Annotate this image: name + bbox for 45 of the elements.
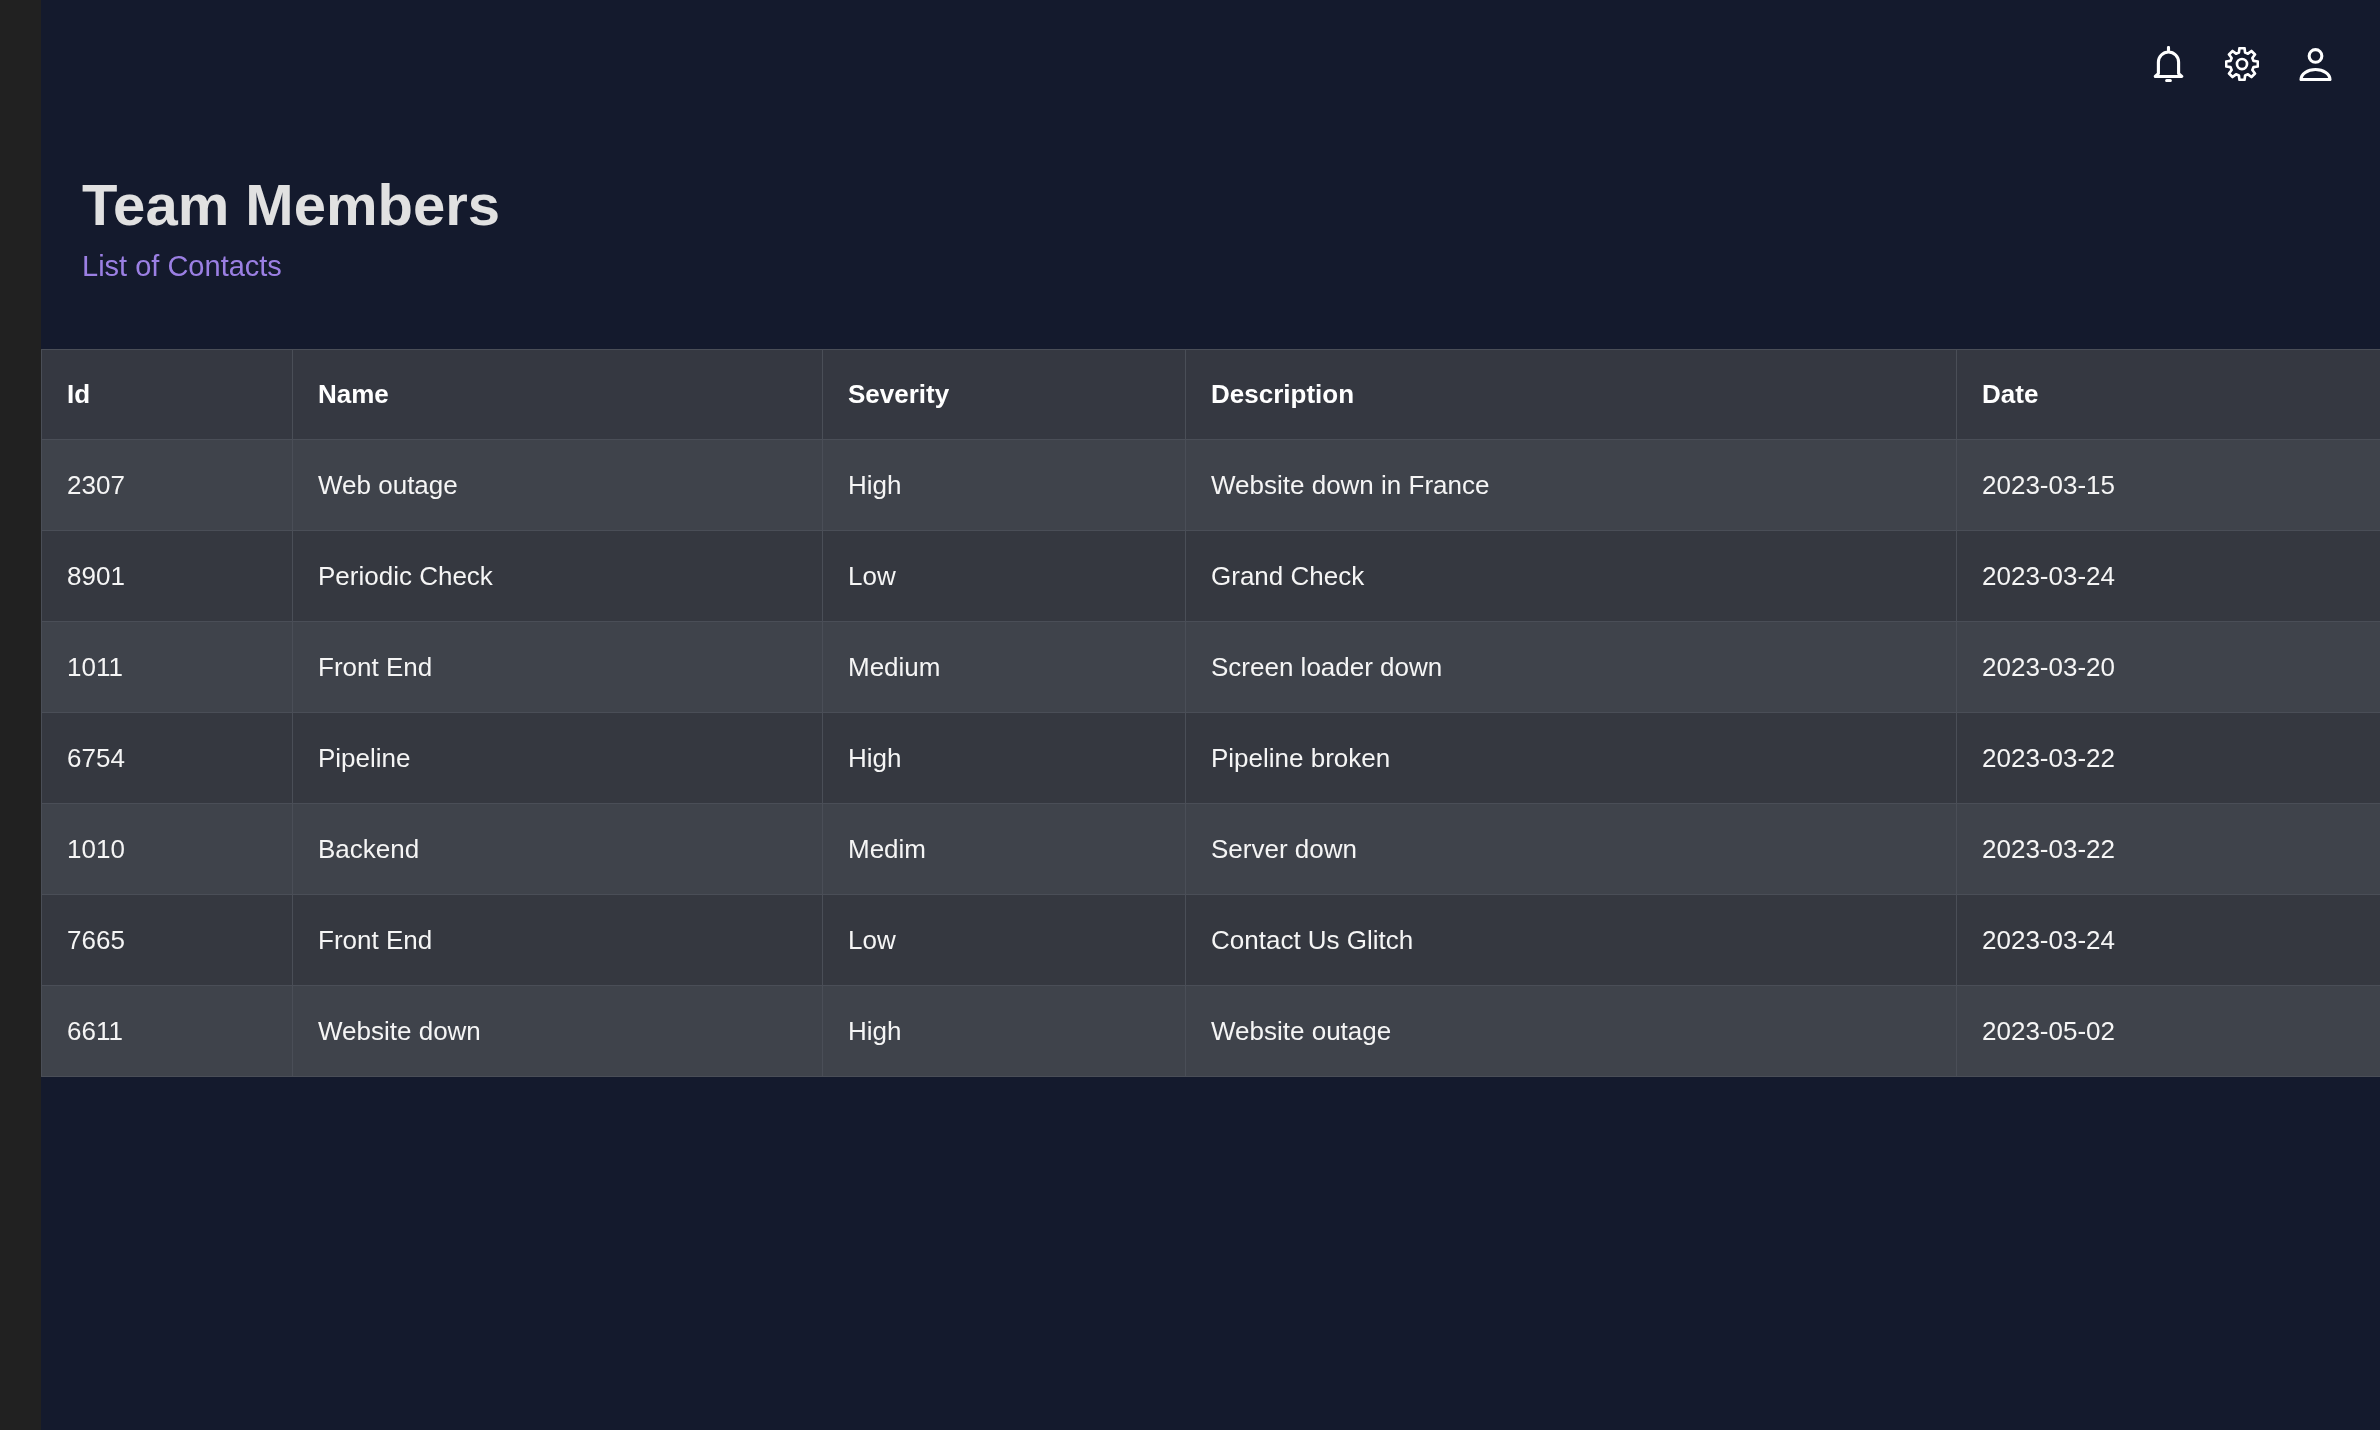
table-cell: Medim [823, 804, 1186, 895]
table-cell: 2023-03-22 [1957, 713, 2380, 804]
table-cell: High [823, 713, 1186, 804]
settings-icon[interactable] [2225, 47, 2259, 81]
page-title: Team Members [82, 171, 500, 239]
table-cell: Pipeline [293, 713, 823, 804]
table-cell: Server down [1186, 804, 1957, 895]
table-cell: 2023-03-15 [1957, 440, 2380, 531]
table-cell: 6611 [41, 986, 293, 1077]
table-cell: Website down in France [1186, 440, 1957, 531]
column-header: Date [1957, 349, 2380, 440]
table-cell: 6754 [41, 713, 293, 804]
table-cell: 1011 [41, 622, 293, 713]
column-header: Name [293, 349, 823, 440]
table-cell: 2023-03-24 [1957, 531, 2380, 622]
table-cell: 2023-03-22 [1957, 804, 2380, 895]
table-cell: Front End [293, 895, 823, 986]
table-cell: High [823, 986, 1186, 1077]
table-cell: 7665 [41, 895, 293, 986]
column-header: Description [1186, 349, 1957, 440]
table-cell: Front End [293, 622, 823, 713]
column-header: Severity [823, 349, 1186, 440]
table-cell: 2023-03-24 [1957, 895, 2380, 986]
bell-icon[interactable] [2152, 46, 2185, 82]
column-header: Id [41, 349, 293, 440]
table-cell: Backend [293, 804, 823, 895]
page-subtitle: List of Contacts [82, 249, 282, 284]
table-cell: 2023-05-02 [1957, 986, 2380, 1077]
table-cell: 1010 [41, 804, 293, 895]
table-cell: High [823, 440, 1186, 531]
table-cell: 2023-03-20 [1957, 622, 2380, 713]
user-icon[interactable] [2299, 47, 2332, 81]
table-cell: Medium [823, 622, 1186, 713]
table-cell: Contact Us Glitch [1186, 895, 1957, 986]
table-cell: Pipeline broken [1186, 713, 1957, 804]
table-cell: Low [823, 531, 1186, 622]
table-cell: 8901 [41, 531, 293, 622]
table-cell: Grand Check [1186, 531, 1957, 622]
table-cell: 2307 [41, 440, 293, 531]
table-cell: Website down [293, 986, 823, 1077]
table-cell: Web outage [293, 440, 823, 531]
table-cell: Low [823, 895, 1186, 986]
table-cell: Website outage [1186, 986, 1957, 1077]
table-cell: Periodic Check [293, 531, 823, 622]
table-cell: Screen loader down [1186, 622, 1957, 713]
